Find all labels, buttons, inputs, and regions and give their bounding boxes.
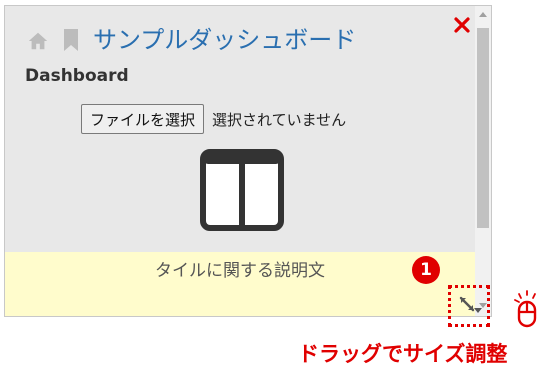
scroll-up-arrow-icon[interactable] (478, 10, 488, 20)
step-badge: 1 (412, 256, 440, 284)
two-column-layout-icon (200, 149, 284, 231)
drag-resize-caption: ドラッグでサイズ調整 (298, 342, 508, 366)
tile-title: サンプルダッシュボード (93, 26, 357, 54)
close-icon[interactable] (453, 16, 471, 34)
mouse-click-icon (514, 290, 537, 328)
tile-subtitle: Dashboard (25, 66, 129, 86)
home-icon[interactable] (27, 30, 49, 52)
scrollbar-thumb[interactable] (477, 28, 489, 228)
choose-file-button[interactable]: ファイルを選択 (81, 104, 205, 134)
resize-handle-highlight[interactable] (448, 285, 490, 327)
resize-handle-icon[interactable] (459, 296, 483, 316)
description-text: タイルに関する説明文 (155, 261, 325, 281)
tile-description: タイルに関する説明文 (5, 252, 475, 316)
file-status: 選択されていません (212, 110, 347, 129)
bookmark-icon[interactable] (63, 28, 79, 52)
vertical-scrollbar[interactable] (475, 6, 491, 316)
tile-header: サンプルダッシュボード (5, 6, 475, 58)
file-input: ファイルを選択 選択されていません (81, 104, 346, 134)
